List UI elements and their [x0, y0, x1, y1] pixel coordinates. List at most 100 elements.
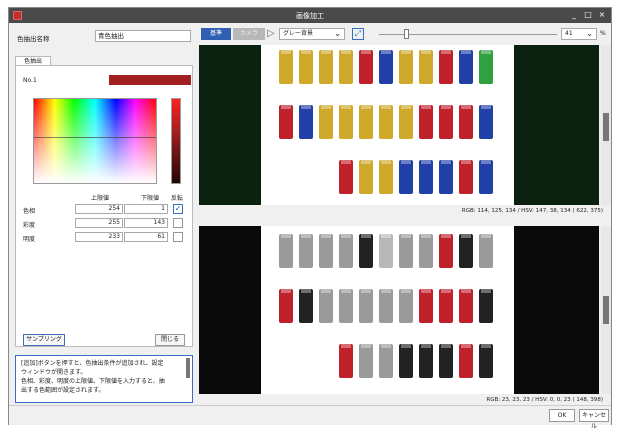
color-picker[interactable] [33, 98, 157, 184]
hue-invert-checkbox[interactable]: ✓ [173, 204, 183, 214]
fuse-item [299, 105, 313, 139]
maximize-icon[interactable]: □ [581, 9, 595, 21]
fuse-item [479, 105, 493, 139]
color-extract-panel: 色抽出名称 青色抽出 色抽出 No.1 上限値 下限値 反転 色相 254 1 … [11, 25, 195, 405]
value-invert-checkbox[interactable] [173, 232, 183, 242]
fuse-item [399, 289, 413, 323]
ok-button[interactable]: OK [549, 409, 575, 422]
top-status-readout: RGB: 114, 125, 134 / HSV: 147, 38, 134 (… [199, 206, 611, 216]
dialog-footer: OK キャンセル [9, 405, 611, 430]
saturation-invert-checkbox[interactable] [173, 218, 183, 228]
fuse-item [459, 289, 473, 323]
fuse-item [419, 344, 433, 378]
close-icon[interactable]: × [595, 9, 609, 21]
zoom-value: 41 [565, 30, 573, 37]
fuse-item [399, 234, 413, 268]
image-dark-region [514, 226, 599, 394]
fuse-item [319, 234, 333, 268]
fuse-item [359, 344, 373, 378]
fuse-item [359, 50, 373, 84]
sampling-button[interactable]: サンプリング [23, 334, 65, 346]
chevron-down-icon: ⌄ [586, 29, 593, 38]
zoom-select[interactable]: 41 ⌄ [561, 28, 597, 40]
hue-lower-input[interactable]: 1 [124, 204, 168, 214]
name-input[interactable]: 青色抽出 [95, 30, 191, 42]
note-line: 出する色範囲が設定されます。 [21, 387, 105, 394]
fuse-item [299, 289, 313, 323]
fit-zoom-icon[interactable]: ⤢ [352, 28, 364, 40]
fuse-item [439, 289, 453, 323]
window-title: 画像加工 [296, 12, 324, 20]
name-label: 色抽出名称 [17, 35, 50, 43]
fuse-item [339, 105, 353, 139]
item-number: No.1 [23, 77, 37, 84]
fuse-item [299, 50, 313, 84]
fuse-item [459, 234, 473, 268]
fuse-item [419, 160, 433, 194]
fuse-item [479, 50, 493, 84]
header-upper: 上限値 [91, 195, 110, 202]
fuse-item [359, 105, 373, 139]
fuse-item [319, 289, 333, 323]
top-view-scrollbar[interactable] [601, 45, 611, 205]
processed-image-view[interactable] [199, 226, 599, 394]
chevron-down-icon: ⌄ [334, 29, 341, 38]
fuse-item [459, 344, 473, 378]
fuse-item [439, 160, 453, 194]
fuse-item [479, 289, 493, 323]
mode-select-value: グレー背景 [283, 30, 314, 37]
minimize-icon[interactable]: _ [567, 9, 581, 21]
fuse-item [479, 234, 493, 268]
fuse-item [339, 289, 353, 323]
fuse-item [339, 160, 353, 194]
source-image-view[interactable] [199, 45, 599, 205]
fuse-item [379, 50, 393, 84]
fuse-item [439, 105, 453, 139]
fuse-item [319, 105, 333, 139]
fuse-item [279, 289, 293, 323]
fuse-item [279, 50, 293, 84]
mode-select[interactable]: グレー背景 ⌄ [279, 28, 345, 40]
fuse-item [299, 234, 313, 268]
title-bar: 画像加工 _ □ × [9, 8, 611, 23]
bottom-view-scrollbar[interactable] [601, 226, 611, 394]
note-scrollbar[interactable] [186, 358, 190, 378]
cancel-button[interactable]: キャンセル [579, 409, 609, 430]
fuse-item [459, 160, 473, 194]
brightness-slider[interactable] [171, 98, 181, 184]
saturation-lower-input[interactable]: 143 [124, 218, 168, 228]
fuse-item [459, 50, 473, 84]
fuse-item [339, 344, 353, 378]
fuse-item [359, 234, 373, 268]
fuse-item [379, 234, 393, 268]
fuse-item [419, 105, 433, 139]
fuse-item [279, 105, 293, 139]
fuse-item [479, 160, 493, 194]
panel-close-button[interactable]: 閉じる [155, 334, 185, 346]
value-lower-input[interactable]: 61 [124, 232, 168, 242]
fuse-item [339, 50, 353, 84]
fuse-item [359, 160, 373, 194]
camera-button[interactable]: カメラ [233, 28, 265, 40]
fuse-item [399, 344, 413, 378]
fuse-item [379, 160, 393, 194]
saturation-upper-input[interactable]: 255 [75, 218, 123, 228]
play-icon[interactable]: ▷ [267, 28, 275, 40]
image-dark-region [514, 45, 599, 205]
hue-upper-input[interactable]: 254 [75, 204, 123, 214]
fuse-item [359, 289, 373, 323]
value-upper-input[interactable]: 233 [75, 232, 123, 242]
note-line: [追加]ボタンを押すと、色抽出条件が追加され、設定 [21, 360, 164, 367]
help-note: [追加]ボタンを押すと、色抽出条件が追加され、設定 ウィンドウが開きます。 色相… [15, 355, 193, 403]
note-line: 色相、彩度、明度の上限値、下限値を入力すると、抽 [21, 378, 165, 385]
image-processing-window: 画像加工 _ □ × 色抽出名称 青色抽出 色抽出 No.1 上限値 下限値 反… [8, 7, 612, 430]
zoom-slider-thumb[interactable] [404, 29, 409, 39]
fuse-item [279, 234, 293, 268]
reference-button[interactable]: 基準 [201, 28, 231, 40]
fuse-item [439, 344, 453, 378]
note-line: ウィンドウが開きます。 [21, 369, 87, 376]
header-invert: 反転 [171, 195, 184, 202]
fuse-item [399, 50, 413, 84]
fuse-item [379, 344, 393, 378]
fuse-item [419, 234, 433, 268]
